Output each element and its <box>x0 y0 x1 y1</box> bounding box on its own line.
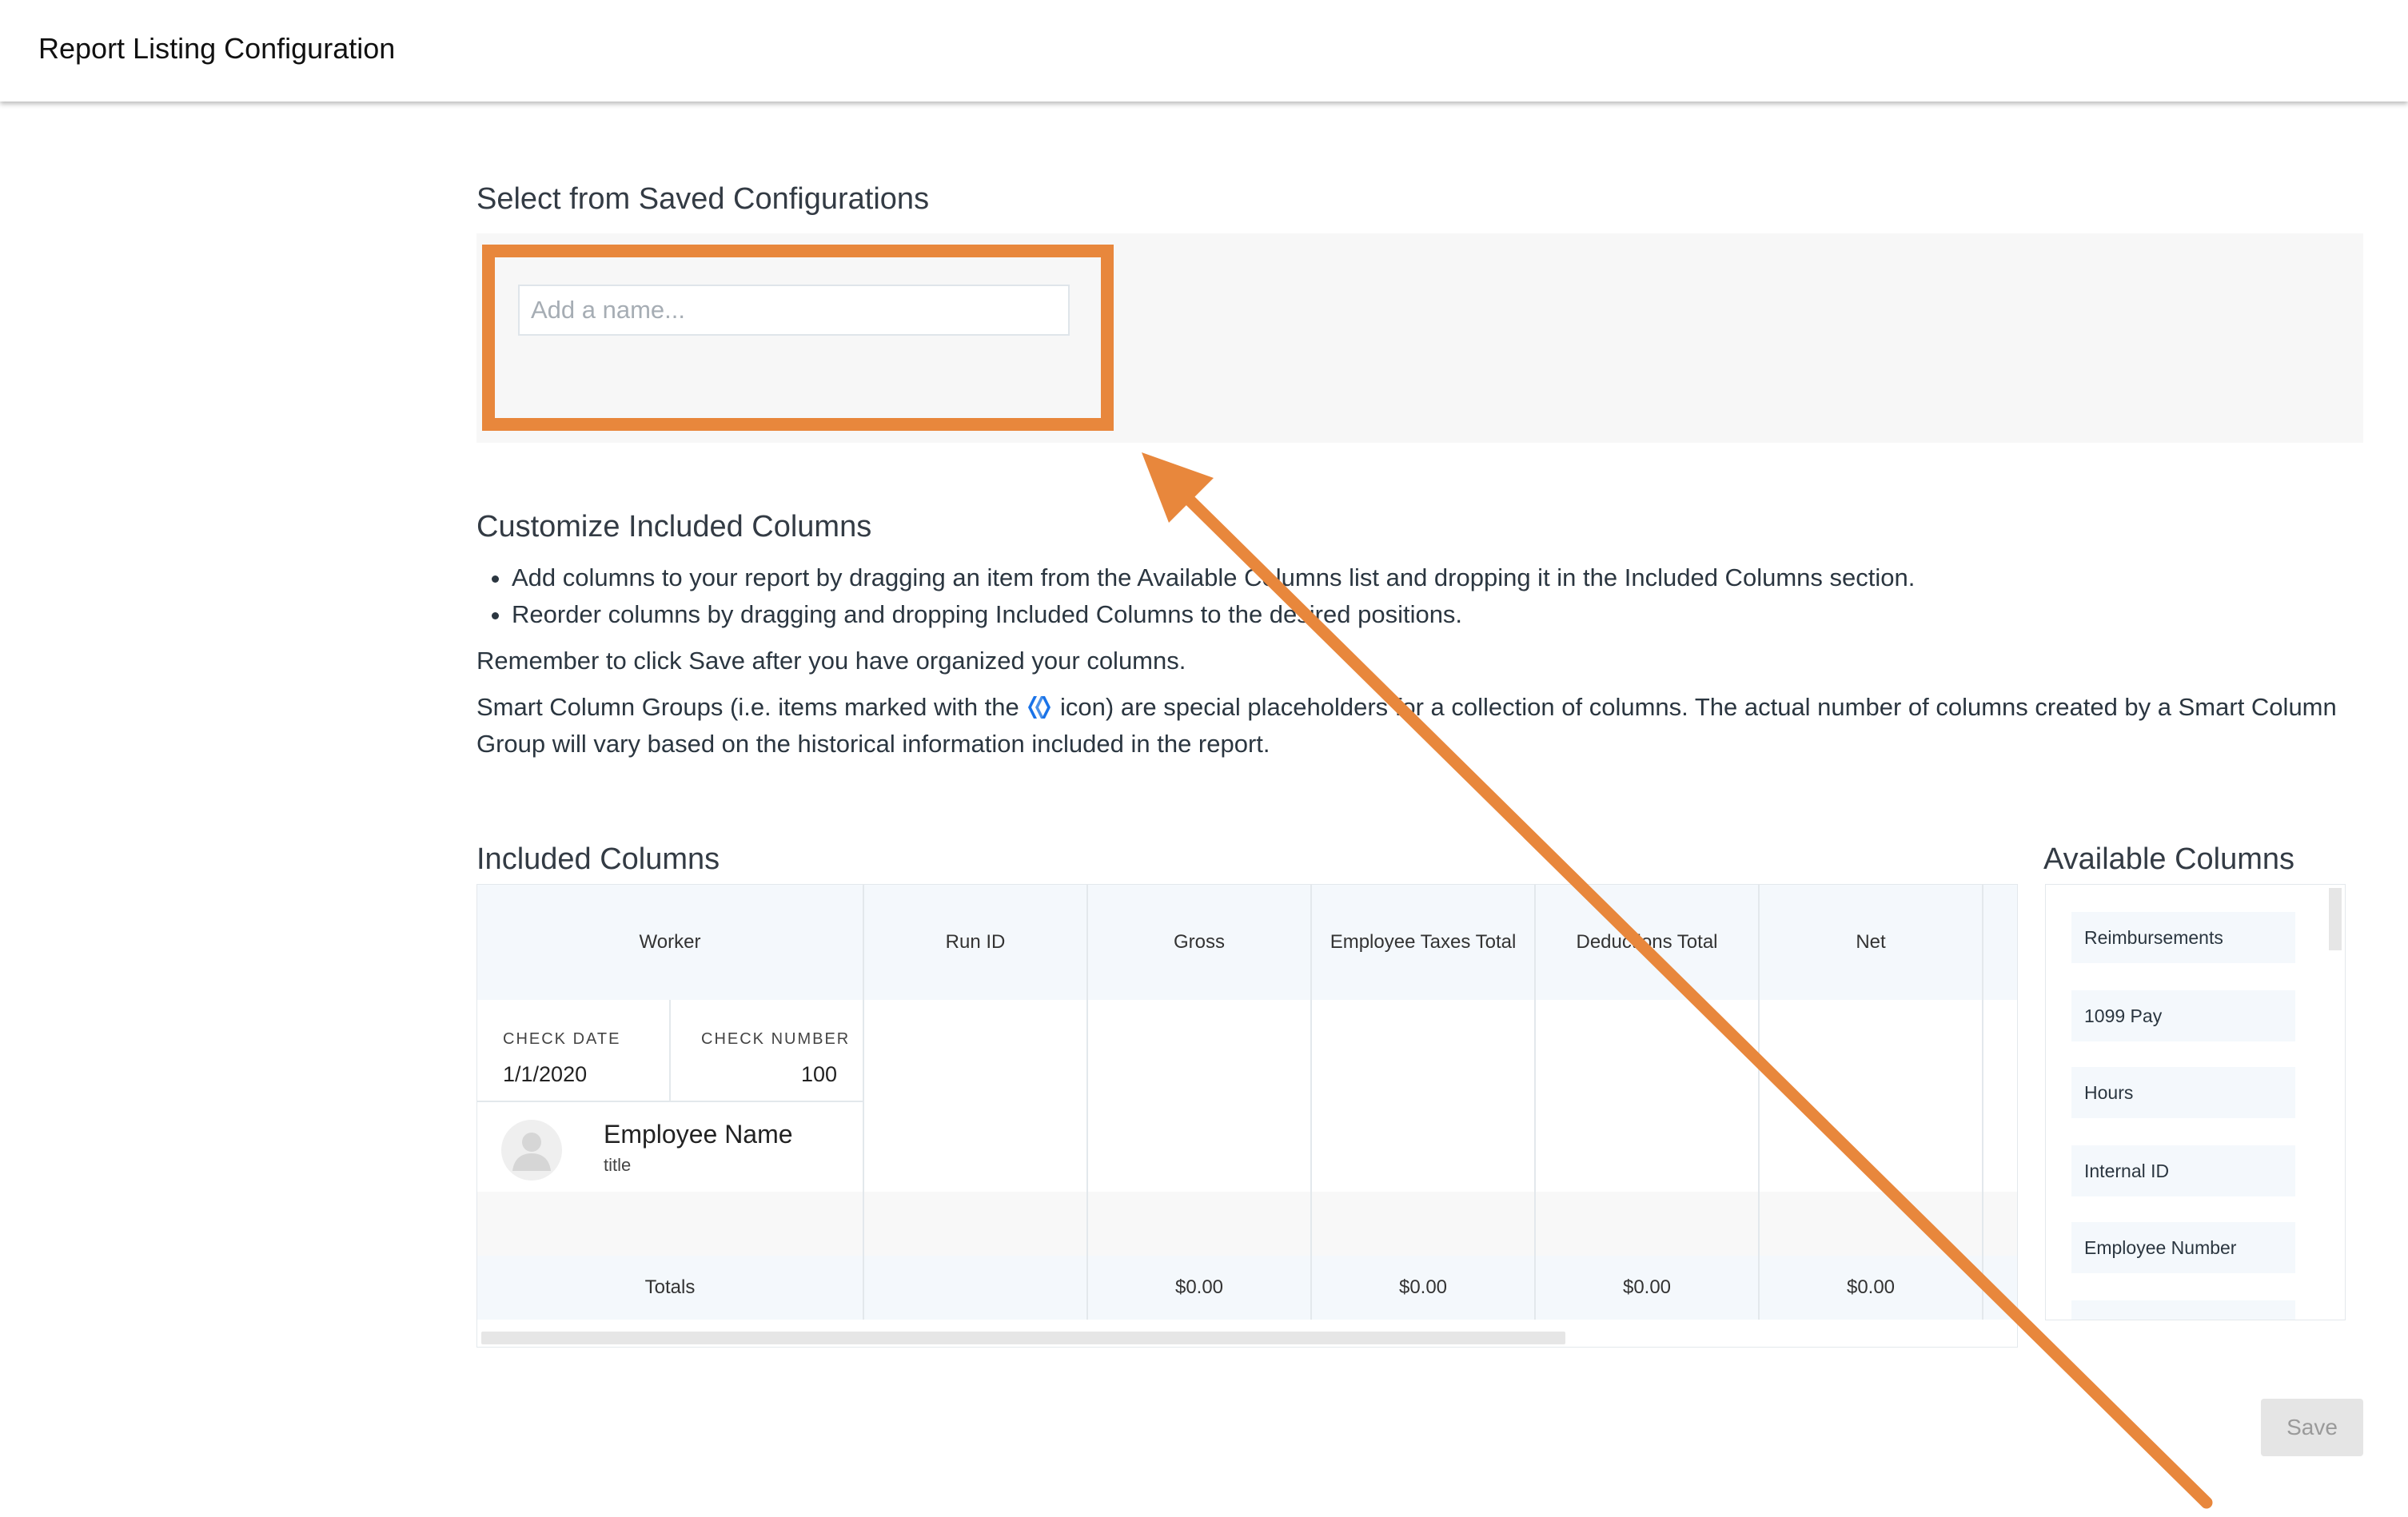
table-spacer-row <box>1312 1192 1534 1256</box>
table-spacer-row <box>1983 1192 2017 1256</box>
column-header[interactable]: Deductions Total <box>1536 885 1758 1000</box>
included-columns-table: Worker CHECK DATE 1/1/2020 CHECK NUMBER … <box>476 884 2018 1348</box>
instruction-bullet: Reorder columns by dragging and dropping… <box>512 596 2355 633</box>
available-column-item[interactable]: Reimbursements <box>2071 912 2295 963</box>
table-spacer-row <box>1088 1192 1310 1256</box>
save-button[interactable]: Save <box>2261 1399 2363 1456</box>
available-column-item[interactable]: Employee Number <box>2071 1222 2295 1273</box>
horizontal-scrollbar[interactable] <box>481 1332 1565 1344</box>
column-net[interactable]: Net $0.00 <box>1760 885 1983 1320</box>
available-column-item[interactable]: 1099 Pay <box>2071 990 2295 1041</box>
column-header[interactable]: Run ID <box>864 885 1086 1000</box>
check-date-value: 1/1/2020 <box>503 1062 588 1086</box>
check-number-value: 100 <box>800 1062 837 1086</box>
included-columns-heading: Included Columns <box>476 842 720 876</box>
vertical-scrollbar[interactable] <box>2329 888 2342 950</box>
available-columns-list: Reimbursements 1099 Pay Hours Internal I… <box>2045 884 2346 1320</box>
instruction-bullet: Add columns to your report by dragging a… <box>512 559 2355 596</box>
instructions-list: Add columns to your report by dragging a… <box>476 559 2355 633</box>
saved-configurations-heading: Select from Saved Configurations <box>476 182 930 216</box>
configuration-name-input[interactable] <box>518 285 1070 336</box>
smart-column-group-icon <box>1028 696 1051 719</box>
column-employee-taxes-total[interactable]: Employee Taxes Total $0.00 <box>1312 885 1536 1320</box>
save-reminder: Remember to click Save after you have or… <box>476 647 1186 675</box>
check-number-label: CHECK NUMBER <box>701 1030 851 1048</box>
totals-cell-overflow <box>1983 1256 2017 1320</box>
table-spacer-row <box>477 1192 863 1256</box>
table-spacer-row <box>864 1192 1086 1256</box>
column-overflow <box>1983 885 2017 1320</box>
column-header[interactable]: Gross <box>1088 885 1310 1000</box>
table-spacer-row <box>1536 1192 1758 1256</box>
person-icon <box>512 1133 551 1171</box>
annotation-arrow-head <box>1142 452 1214 523</box>
avatar <box>501 1120 562 1181</box>
available-column-item[interactable]: Internal ID <box>2071 1145 2295 1196</box>
customize-columns-heading: Customize Included Columns <box>476 510 872 543</box>
table-spacer-row <box>1760 1192 1982 1256</box>
employee-title: title <box>604 1155 632 1175</box>
worker-sample-cell: CHECK DATE 1/1/2020 CHECK NUMBER 100 Emp… <box>477 1000 863 1192</box>
totals-cell: $0.00 <box>1760 1256 1982 1320</box>
totals-cell: $0.00 <box>1312 1256 1534 1320</box>
cell-divider <box>669 1000 671 1101</box>
column-header[interactable]: Employee Taxes Total <box>1312 885 1534 1000</box>
smart-group-description: Smart Column Groups (i.e. items marked w… <box>476 689 2355 762</box>
top-bar: Report Listing Configuration <box>0 0 2408 102</box>
totals-cell <box>864 1256 1086 1320</box>
cell-divider <box>477 1101 863 1102</box>
totals-cell: $0.00 <box>1088 1256 1310 1320</box>
totals-cell: Totals <box>477 1256 863 1320</box>
column-deductions-total[interactable]: Deductions Total $0.00 <box>1536 885 1760 1320</box>
column-header[interactable]: Worker <box>477 885 863 1000</box>
employee-name: Employee Name <box>604 1120 793 1149</box>
available-column-item[interactable]: Hours <box>2071 1067 2295 1118</box>
instructions: Add columns to your report by dragging a… <box>476 559 2355 762</box>
check-date-label: CHECK DATE <box>503 1030 621 1048</box>
column-worker[interactable]: Worker CHECK DATE 1/1/2020 CHECK NUMBER … <box>477 885 864 1320</box>
totals-cell: $0.00 <box>1536 1256 1758 1320</box>
column-header[interactable]: Net <box>1760 885 1982 1000</box>
page-title: Report Listing Configuration <box>38 32 396 65</box>
available-columns-heading: Available Columns <box>2043 842 2295 876</box>
column-run-id[interactable]: Run ID <box>864 885 1088 1320</box>
column-gross[interactable]: Gross $0.00 <box>1088 885 1312 1320</box>
saved-configurations-panel <box>476 233 2363 443</box>
column-header-overflow <box>1983 885 2017 1000</box>
smart-group-text-start: Smart Column Groups (i.e. items marked w… <box>476 693 1019 721</box>
available-column-item-partial[interactable] <box>2071 1300 2295 1320</box>
